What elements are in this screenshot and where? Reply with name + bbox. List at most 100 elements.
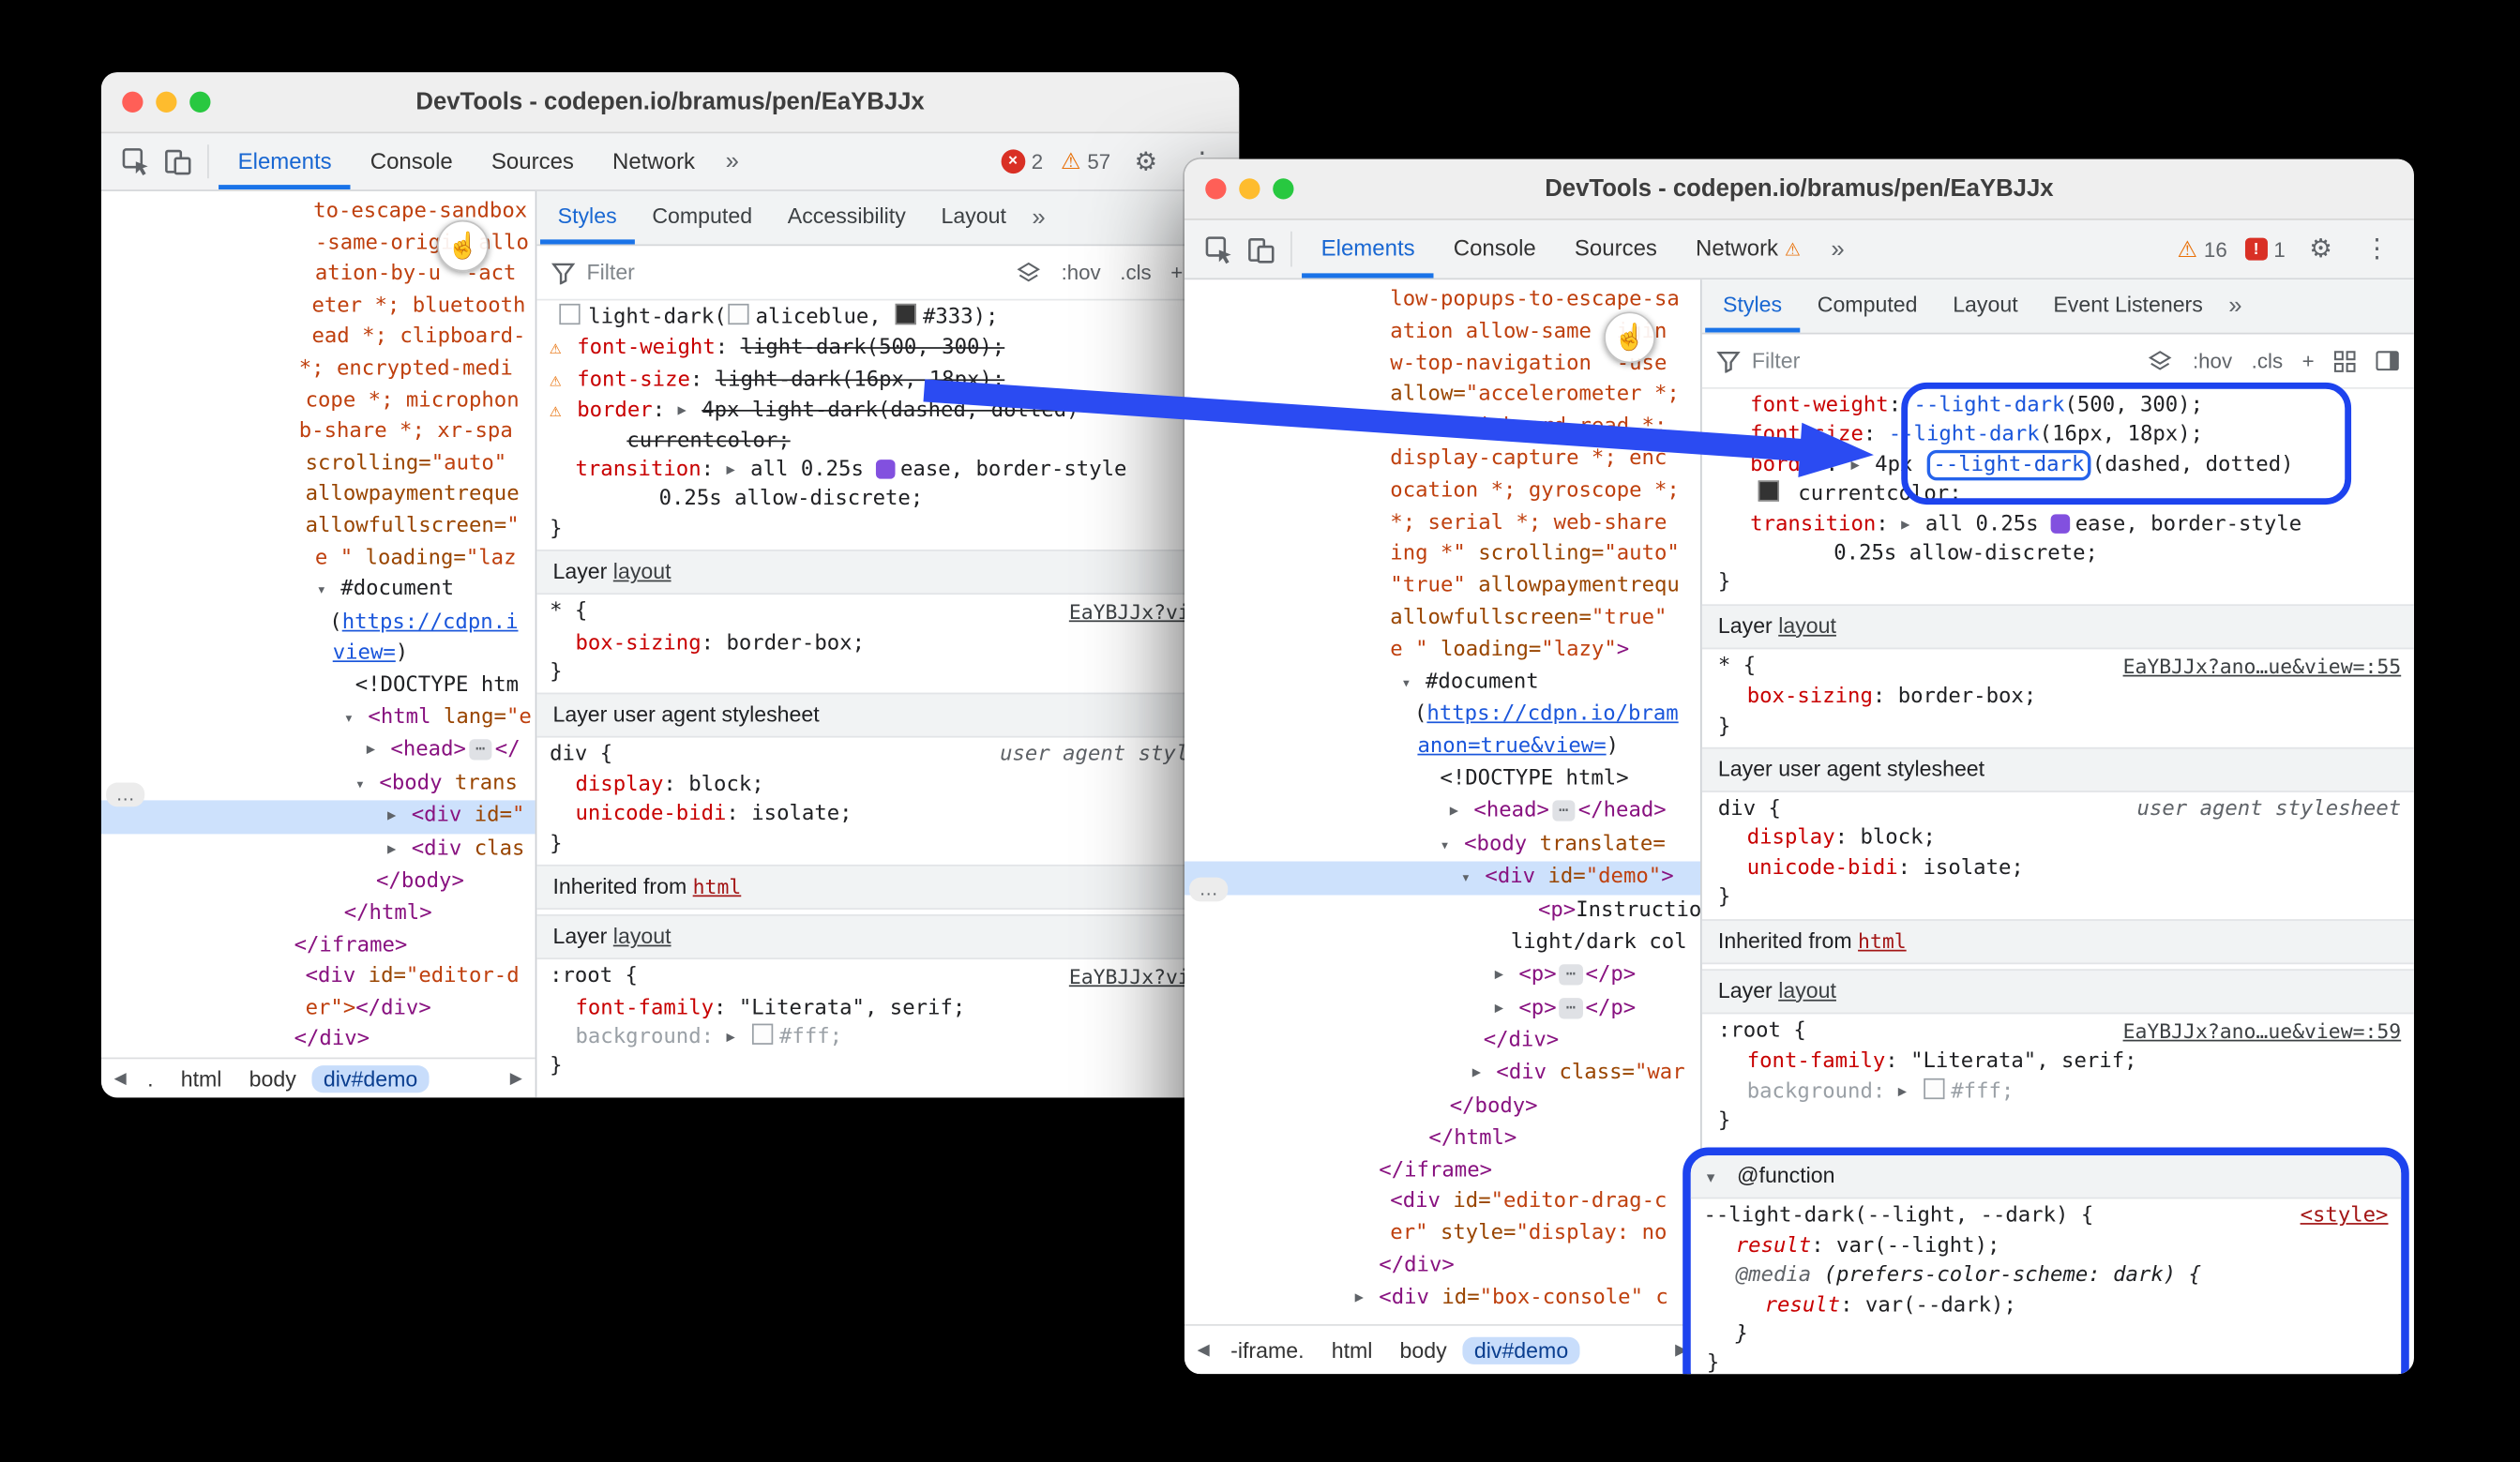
dom-tree-line[interactable]: ▶<p>⋯</p> (1185, 959, 1700, 993)
dom-tree-line[interactable]: </html> (101, 898, 536, 930)
more-sidebar-tabs-chevron[interactable]: » (1024, 204, 1053, 232)
settings-gear-icon[interactable]: ⚙ (2300, 228, 2342, 270)
dom-tree-line[interactable]: display-capture *; enc (1185, 444, 1700, 475)
new-style-rule-button[interactable]: + (2302, 349, 2315, 373)
dom-tree-line[interactable]: allow="accelerometer *; (1185, 380, 1700, 412)
tab-elements[interactable]: Elements (1302, 220, 1434, 279)
style-declaration-row[interactable]: transition: ▶all 0.25s ease, border-styl… (536, 457, 1239, 487)
text-segment[interactable]: EaYBJJx?ano…ue&view=:55 (2123, 654, 2402, 678)
style-declaration-row[interactable]: result: var(--dark); (1691, 1291, 2401, 1321)
style-declaration-row[interactable]: } (536, 1053, 1239, 1083)
style-declaration-row[interactable]: @media (prefers-color-scheme: dark) { (1691, 1261, 2401, 1291)
element-state-icon[interactable] (2148, 350, 2173, 372)
dom-tree-line[interactable]: (https://cdpn.io/bram (1185, 700, 1700, 731)
dom-tree-line[interactable]: <div id="editor-d (101, 961, 536, 993)
dom-tree-line[interactable]: er"></div> (101, 993, 536, 1025)
styles-filter-input[interactable]: Filter (586, 261, 634, 285)
crumb-scroll-left-icon[interactable]: ◀ (1193, 1341, 1215, 1359)
style-declaration-row[interactable]: font-family: "Literata", serif; (536, 994, 1239, 1024)
dom-tree-line[interactable]: er" style="display: no (1185, 1218, 1700, 1250)
dom-tree-line[interactable]: ▶<head>⋯</ (101, 734, 536, 767)
style-declaration-row[interactable]: currentcolor; (536, 427, 1239, 457)
dom-tree-line[interactable]: </iframe> (1185, 1154, 1700, 1186)
style-declaration-row[interactable]: font-family: "Literata", serif; (1702, 1048, 2414, 1078)
stylesheet-source-link[interactable]: <style> (2301, 1202, 2402, 1232)
style-declaration-row[interactable]: --light-dark(--light, --dark) {<style> (1691, 1202, 2401, 1232)
style-declaration-row[interactable]: } (1702, 569, 2414, 599)
dom-tree-line[interactable]: ▾<body translate= (1185, 828, 1700, 862)
style-declaration-row[interactable]: * {EaYBJJx?ano…ue&view=:55 (1702, 652, 2414, 683)
dom-tree-line[interactable]: ▾<body trans (101, 768, 536, 801)
more-sidebar-tabs-chevron[interactable]: » (2221, 293, 2250, 320)
close-button[interactable] (122, 92, 143, 113)
inspect-element-icon[interactable] (1198, 228, 1240, 270)
text-segment[interactable]: layout (1778, 613, 1836, 638)
crumb-body[interactable]: body (1389, 1336, 1458, 1364)
tab-accessibility[interactable]: Accessibility (770, 191, 924, 245)
property-checkbox[interactable] (559, 304, 580, 324)
element-classes-button[interactable]: .cls (2252, 349, 2283, 373)
grid-overlay-icon[interactable] (2333, 350, 2356, 372)
tab-sources[interactable]: Sources (1555, 220, 1676, 279)
dom-tree-line[interactable]: <p>Instruction (1185, 896, 1700, 927)
style-declaration-row[interactable]: :root {EaYBJJx?ano…ue&view=:59 (1702, 1017, 2414, 1048)
dom-tree-line[interactable]: </html> (1185, 1123, 1700, 1154)
dom-tree-line[interactable]: ▶<head>⋯</head> (1185, 795, 1700, 829)
dom-tree-line[interactable]: e " loading="lazy"> (1185, 634, 1700, 666)
window-titlebar[interactable]: DevTools - codepen.io/bramus/pen/EaYBJJx (1185, 159, 2414, 220)
styles-filter-input[interactable]: Filter (1752, 349, 1800, 373)
dom-tree-line[interactable]: ▶<p>⋯</p> (1185, 992, 1700, 1026)
dom-tree-line[interactable]: eter *; bluetooth (101, 291, 536, 323)
dom-tree-line[interactable]: ▶<div id=" (101, 801, 536, 834)
dom-tree-line[interactable]: <!DOCTYPE html> (1185, 763, 1700, 795)
tab-styles[interactable]: Styles (540, 191, 635, 245)
text-segment[interactable]: html (693, 874, 742, 898)
device-toolbar-icon[interactable] (156, 141, 198, 183)
style-declaration-row[interactable]: ⚠font-size: light-dark(16px, 18px); (536, 365, 1239, 396)
dom-tree-line[interactable]: (https://cdpn.i (101, 607, 536, 639)
style-declaration-row[interactable]: } (1702, 713, 2414, 743)
close-button[interactable] (1205, 178, 1226, 199)
dom-tree-line[interactable]: </div> (1185, 1026, 1700, 1058)
style-declaration-row[interactable]: ⚠border: ▶4px light-dark(dashed, dotted) (536, 396, 1239, 427)
style-declaration-row[interactable]: box-sizing: border-box; (536, 629, 1239, 659)
text-segment[interactable]: layout (613, 925, 671, 949)
dom-tree-line[interactable]: "true" allowpaymentrequ (1185, 571, 1700, 603)
dom-tree-line[interactable]: scrolling="auto" (101, 448, 536, 480)
tab-computed[interactable]: Computed (1800, 279, 1935, 333)
dom-tree-line[interactable]: ▶<div clas (101, 834, 536, 867)
dom-tree-line[interactable]: ▾<div id="demo"> (1185, 862, 1700, 896)
new-style-rule-button[interactable]: + (1170, 261, 1183, 285)
text-segment[interactable]: view= (333, 641, 396, 666)
dom-tree-line[interactable]: anon=true&view=) (1185, 731, 1700, 763)
dom-tree-line[interactable]: *; serial *; web-share (1185, 507, 1700, 539)
style-declaration-row[interactable]: font-weight: --light-dark(500, 300); (1702, 392, 2414, 422)
dom-tree-line[interactable]: light/dark col (1185, 927, 1700, 959)
style-declaration-row[interactable]: light-dark(aliceblue, #333); (536, 304, 1239, 334)
dom-tree-line[interactable]: view=) (101, 639, 536, 671)
style-declaration-row[interactable]: } (1691, 1350, 2401, 1374)
style-declaration-row[interactable]: result: var(--light); (1691, 1232, 2401, 1262)
tab-styles[interactable]: Styles (1705, 279, 1800, 333)
dom-tree-line[interactable]: ead *; clipboard- (101, 322, 536, 354)
stylesheet-source-link[interactable]: EaYBJJx?ano…ue&view=:55 (2123, 652, 2414, 683)
text-segment[interactable]: EaYBJJx?ano…ue&view=:59 (2123, 1018, 2402, 1043)
dom-tree-line[interactable]: </body> (101, 867, 536, 898)
tab-console[interactable]: Console (351, 133, 472, 189)
crumb-html[interactable]: html (170, 1064, 234, 1092)
dom-tree-line[interactable]: ▶<div class="war (1185, 1058, 1700, 1092)
style-declaration-row[interactable]: border: ▶4px --light-dark(dashed, dotted… (1702, 451, 2414, 481)
dom-tree-line[interactable]: a *; clipboard-read *; (1185, 412, 1700, 444)
tab-layout[interactable]: Layout (924, 191, 1024, 245)
more-panels-chevron[interactable]: » (1819, 235, 1855, 263)
style-declaration-row[interactable]: box-sizing: border-box; (1702, 684, 2414, 714)
dom-tree-line[interactable]: ▾<html lang="e (101, 701, 536, 734)
style-declaration-row[interactable]: } (1702, 1108, 2414, 1138)
tab-network[interactable]: Network⚠ (1676, 220, 1819, 279)
dom-tree-line[interactable]: allowfullscreen="true" (1185, 603, 1700, 635)
crumb-scroll-left-icon[interactable]: ◀ (110, 1069, 131, 1087)
style-declaration-row[interactable]: background: ▶#fff; (1702, 1078, 2414, 1108)
dom-tree-line[interactable]: allowpaymentreque (101, 479, 536, 511)
text-segment[interactable]: https://cdpn.io/bram (1426, 702, 1678, 727)
style-declaration-row[interactable]: } (1702, 884, 2414, 914)
